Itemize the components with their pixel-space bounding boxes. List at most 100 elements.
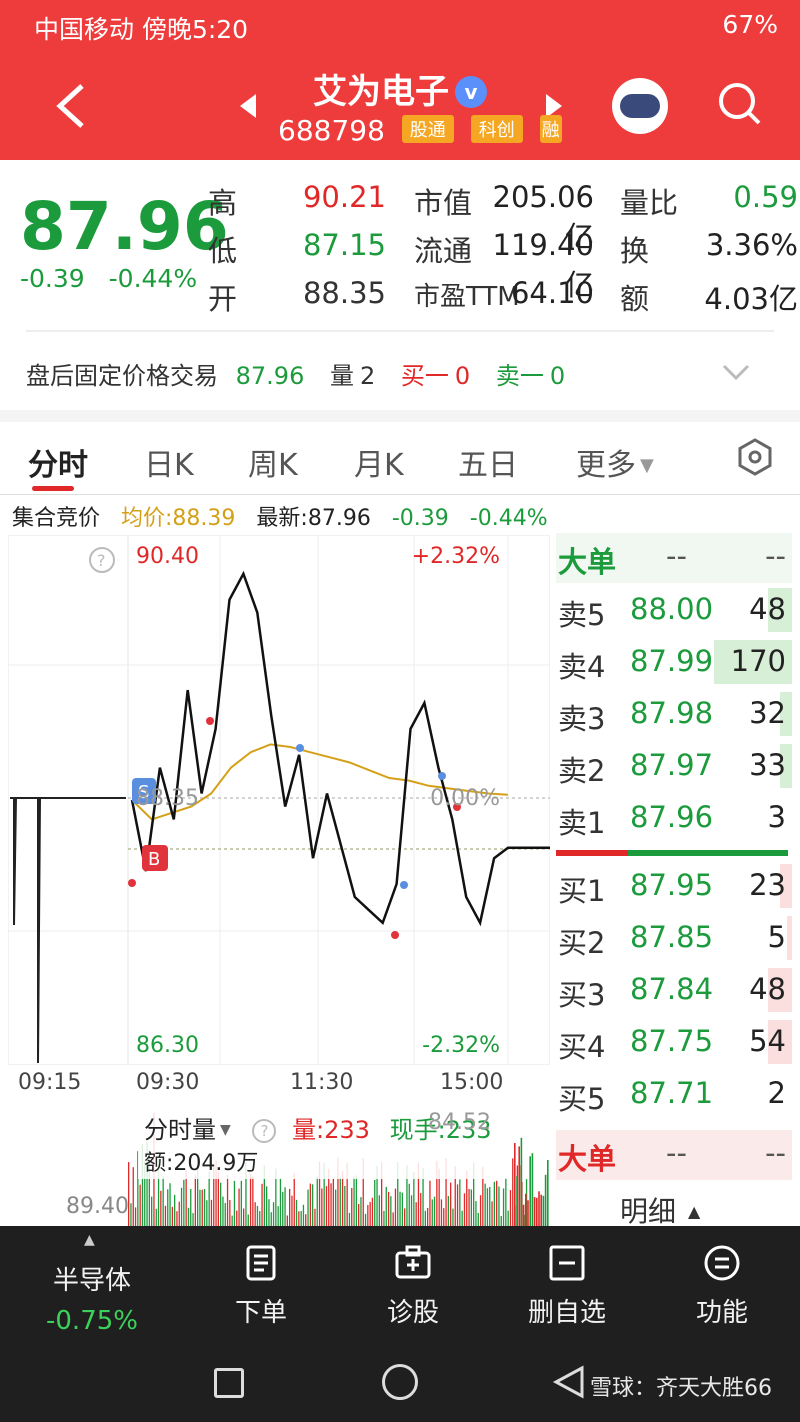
- sector-change: -0.75%: [46, 1306, 138, 1336]
- volume-bar: [512, 1158, 514, 1226]
- volume-bar: [394, 1188, 397, 1226]
- divider: [0, 494, 800, 495]
- big-order-footer: 大单 -- --: [556, 1130, 792, 1180]
- ask-row-4[interactable]: 卖2 87.97 33: [556, 742, 792, 792]
- level-label: 买5: [558, 1082, 606, 1116]
- bid-row-5[interactable]: 买5 87.71 2: [556, 1070, 792, 1120]
- overlap-value: 84.52: [428, 1110, 491, 1135]
- diagnose-button[interactable]: 诊股: [373, 1292, 453, 1329]
- level-label: 买2: [558, 926, 606, 960]
- volume-bar: [404, 1208, 406, 1226]
- after-hours-price: 87.96: [235, 362, 305, 390]
- volume-bar: [312, 1184, 314, 1226]
- left-axis-value: 89.40: [66, 1194, 129, 1219]
- volume-bar: [222, 1196, 224, 1226]
- menu-icon[interactable]: [703, 1244, 741, 1282]
- volume-bar: [369, 1202, 371, 1226]
- watermark: 雪球：齐天大胜66: [590, 1376, 772, 1401]
- tab-weekly-k[interactable]: 周K: [248, 440, 298, 484]
- divider: [26, 330, 774, 332]
- remove-watchlist-button[interactable]: 删自选: [512, 1292, 622, 1329]
- volume-bar: [286, 1215, 288, 1226]
- assistant-robot-icon[interactable]: [612, 78, 668, 134]
- ask-row-3[interactable]: 卖3 87.98 32: [556, 690, 792, 740]
- dropdown-arrow-icon[interactable]: ▼: [220, 1122, 231, 1138]
- zero-pct-label: 0.00%: [430, 786, 500, 811]
- volume-bar: [243, 1208, 245, 1226]
- function-button[interactable]: 功能: [682, 1292, 762, 1329]
- volume-bar: [489, 1187, 491, 1226]
- tab-more[interactable]: 更多 ▼: [576, 440, 654, 484]
- volume-bar: [401, 1192, 403, 1226]
- volume-bar: [364, 1213, 367, 1226]
- volume-bar: [289, 1188, 291, 1226]
- detail-button[interactable]: 明细 ▲: [620, 1190, 700, 1230]
- volume-bar: [252, 1176, 254, 1226]
- volume-bar: [484, 1183, 486, 1226]
- sector-name[interactable]: 半导体: [32, 1260, 152, 1297]
- tab-daily-k[interactable]: 日K: [144, 440, 194, 484]
- bid-row-1[interactable]: 买1 87.95 23: [556, 862, 792, 912]
- volume-bar: [344, 1185, 346, 1226]
- bid-row-2[interactable]: 买2 87.85 5: [556, 914, 792, 964]
- volume-bar: [468, 1189, 470, 1226]
- value-pe-ttm: 64.10: [510, 276, 594, 310]
- tab-intraday[interactable]: 分时: [28, 440, 88, 484]
- volume-bar: [134, 1207, 137, 1226]
- level-price: 87.98: [630, 696, 714, 730]
- label-turnover: 换: [620, 234, 650, 268]
- order-button[interactable]: 下单: [221, 1292, 301, 1329]
- volume-bar: [302, 1204, 305, 1226]
- recent-apps-icon[interactable]: [214, 1368, 244, 1398]
- volume-bar: [525, 1193, 527, 1226]
- ask-row-5[interactable]: 卖1 87.96 3: [556, 794, 792, 844]
- price-change-pct: -0.44%: [108, 264, 198, 293]
- big-order-footer-dash: --: [666, 1136, 687, 1170]
- volume-bar: [176, 1211, 178, 1226]
- depth-bar: [787, 916, 792, 960]
- bottom-action-bar: ▲ 半导体 -0.75% 下单 诊股 删自选 功能: [0, 1226, 800, 1356]
- volume-bar: [201, 1189, 203, 1226]
- intraday-chart[interactable]: S B ? 90.40 86.30 +2.32% -2.32% 88.35 0.…: [8, 535, 550, 1065]
- remove-watchlist-icon[interactable]: [548, 1244, 586, 1282]
- volume-bar: [293, 1173, 295, 1226]
- ask-row-1[interactable]: 卖5 88.00 48: [556, 586, 792, 636]
- buy-marker-text: B: [148, 849, 160, 870]
- volume-bar: [542, 1195, 545, 1226]
- volume-bar: [527, 1200, 529, 1226]
- back-triangle-icon[interactable]: [552, 1364, 586, 1400]
- volume-bar: [291, 1195, 293, 1226]
- amount-value: 额:204.9万: [144, 1151, 259, 1176]
- volume-bar: [295, 1199, 298, 1226]
- level-price: 87.85: [630, 920, 714, 954]
- volume-bar: [486, 1188, 489, 1226]
- bid-row-3[interactable]: 买3 87.84 48: [556, 966, 792, 1016]
- after-hours-row[interactable]: 盘后固定价格交易 87.96 量2 买一 0 卖一 0: [26, 356, 583, 391]
- bid-row-4[interactable]: 买4 87.75 54: [556, 1018, 792, 1068]
- ask-row-2[interactable]: 卖4 87.99 170: [556, 638, 792, 688]
- volume-bar: [433, 1196, 436, 1226]
- help-icon[interactable]: ?: [252, 1119, 277, 1143]
- after-hours-buy1-label: 买一: [400, 362, 449, 390]
- volume-bar: [341, 1171, 344, 1226]
- settings-hexagon-icon[interactable]: [736, 438, 774, 476]
- level-volume: 5: [767, 920, 786, 954]
- level-price: 87.99: [630, 644, 714, 678]
- big-order-footer-label: 大单: [558, 1142, 617, 1176]
- status-battery: 67%: [722, 10, 778, 39]
- label-amount: 额: [620, 282, 650, 316]
- volume-bar: [316, 1176, 318, 1226]
- tab-more-label: 更多: [576, 448, 636, 483]
- volume-bar: [305, 1214, 307, 1226]
- tab-five-day[interactable]: 五日: [458, 440, 518, 484]
- info-change-pct: -0.44%: [469, 506, 548, 531]
- tab-monthly-k[interactable]: 月K: [354, 440, 404, 484]
- volume-bar: [466, 1170, 468, 1226]
- search-icon[interactable]: [716, 80, 762, 126]
- volume-selector[interactable]: 分时量: [144, 1116, 216, 1144]
- home-icon[interactable]: [382, 1364, 418, 1400]
- volume-bar: [190, 1189, 192, 1226]
- diagnose-icon[interactable]: [394, 1244, 432, 1282]
- chevron-down-icon[interactable]: [722, 358, 750, 386]
- order-icon[interactable]: [242, 1244, 280, 1282]
